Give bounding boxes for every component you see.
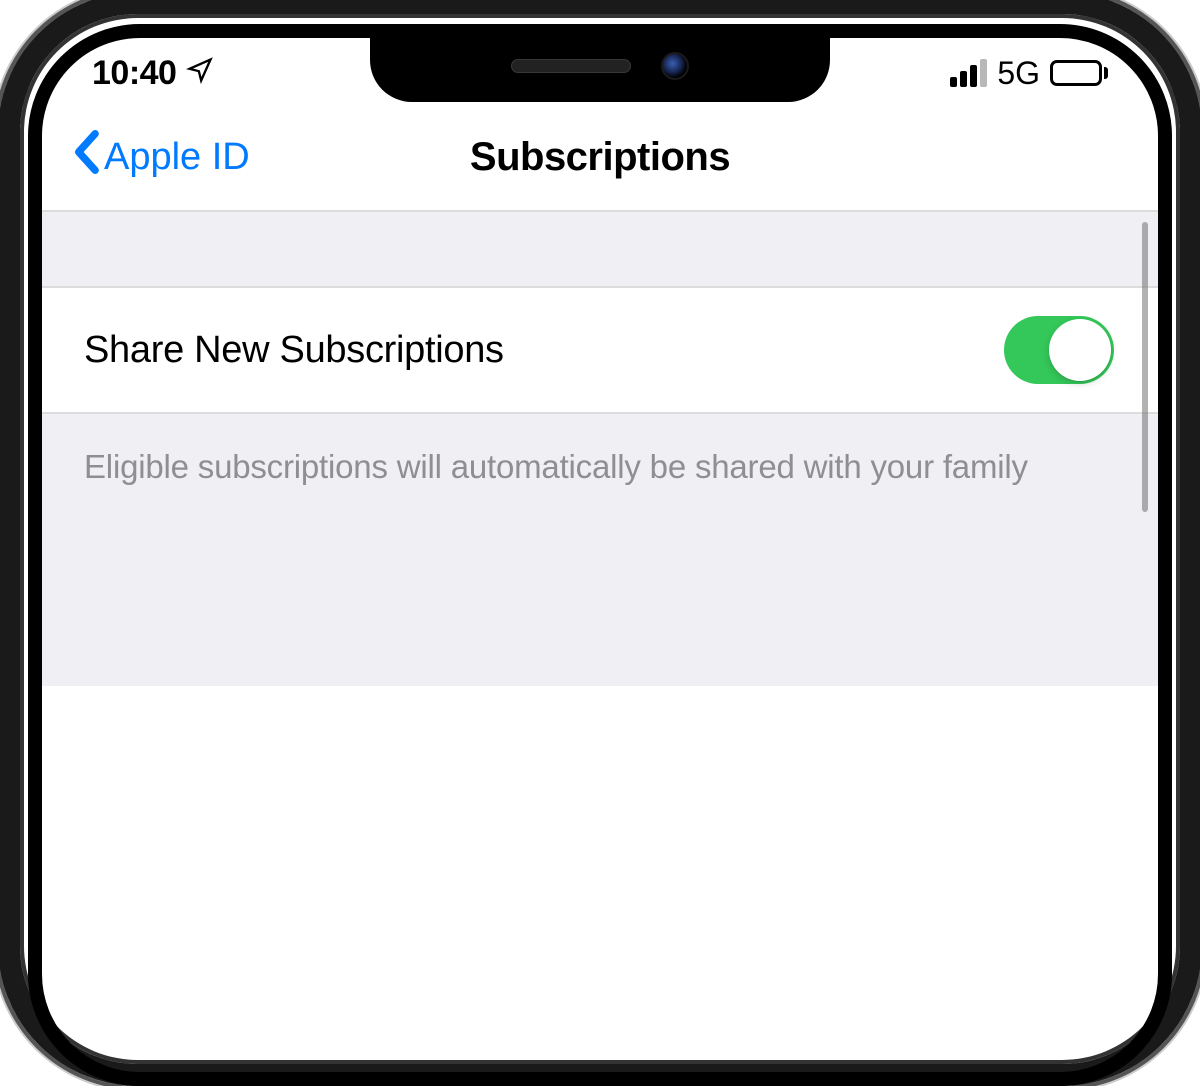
share-new-subscriptions-row[interactable]: Share New Subscriptions: [42, 288, 1158, 414]
status-bar-left: 10:40: [92, 54, 214, 93]
toggle-knob: [1049, 319, 1111, 381]
phone-power-button: [1196, 420, 1200, 600]
phone-mute-switch: [0, 340, 4, 440]
status-bar-right: 5G: [950, 55, 1108, 92]
network-type: 5G: [997, 55, 1040, 92]
content-area: Share New Subscriptions Eligible subscri…: [42, 212, 1158, 686]
cellular-signal-icon: [950, 59, 987, 87]
phone-notch: [370, 30, 830, 102]
share-new-subscriptions-toggle[interactable]: [1004, 316, 1114, 384]
chevron-left-icon: [72, 130, 100, 184]
navigation-bar: Apple ID Subscriptions: [42, 104, 1158, 212]
status-time: 10:40: [92, 54, 176, 93]
back-label: Apple ID: [104, 136, 250, 179]
share-new-subscriptions-label: Share New Subscriptions: [84, 329, 504, 372]
phone-speaker: [511, 59, 631, 73]
battery-icon: [1050, 60, 1108, 86]
phone-front-camera: [661, 52, 689, 80]
back-button[interactable]: Apple ID: [72, 130, 250, 184]
location-icon: [186, 54, 214, 93]
scroll-indicator[interactable]: [1142, 222, 1148, 512]
screen: 10:40 5G Apple ID: [42, 42, 1158, 686]
section-footer-text: Eligible subscriptions will automaticall…: [42, 414, 1158, 520]
section-spacer: [42, 212, 1158, 288]
phone-volume-button: [0, 480, 4, 610]
